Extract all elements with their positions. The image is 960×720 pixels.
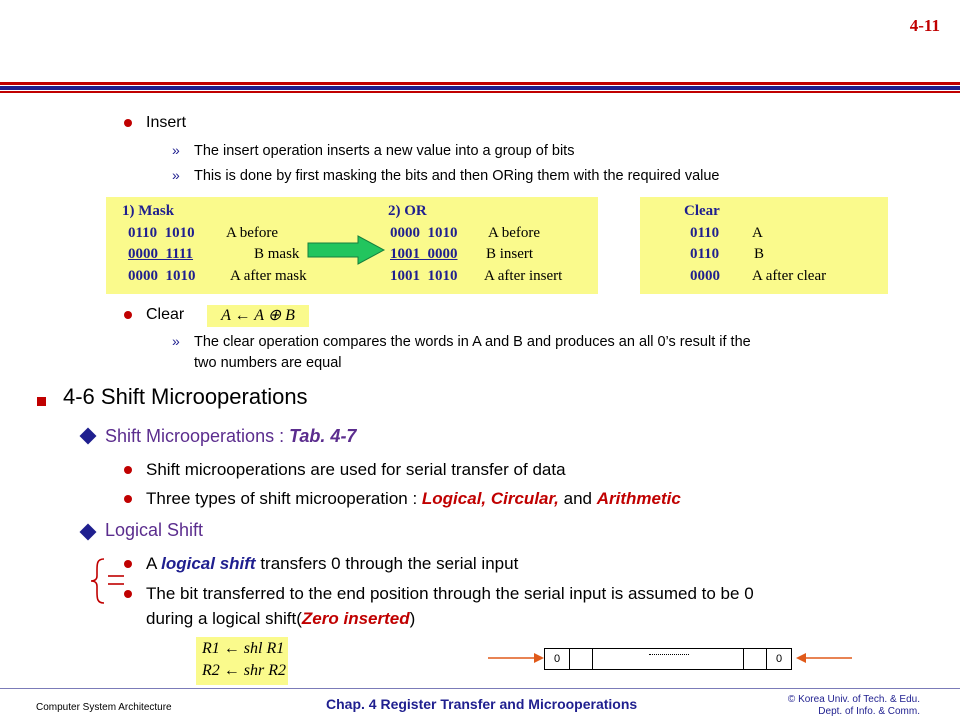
bullet-dot-icon [124,495,132,503]
shift-types-arithmetic: Arithmetic [596,489,681,508]
register-cell-middle [592,648,744,670]
clear-row3-label: A after clear [752,268,827,284]
diamond-bullet-icon [79,523,97,541]
mask-row1-bits: 0110 1010 [128,225,195,241]
shift-micro-bullet-1: Shift microoperations are used for seria… [146,460,566,479]
shift-formula-box: R1 ← shl R1 R2 ← shr R2 [196,637,288,685]
insert-title: Insert [146,114,187,131]
footer-chapter: Chap. 4 Register Transfer and Microopera… [326,696,638,712]
logical-shift-b1-suffix: transfers 0 through the serial input [255,554,519,573]
sub-bullet-icon: » [172,333,180,349]
shift-types-and: and [558,489,597,508]
brace-equals-icon [90,558,124,604]
clear-row3-bits: 0000 [690,268,720,284]
insert-line-1: The insert operation inserts a new value… [194,143,575,159]
clear-line-1: The clear operation compares the words i… [194,334,751,350]
footer-university: © Korea Univ. of Tech. & Edu. [787,694,920,705]
footer-course: Computer System Architecture [36,702,172,713]
zero-inserted-term: Zero inserted [301,609,410,628]
clear-row2-bits: 0110 [690,246,720,262]
or-row3-label: A after insert [484,268,563,284]
or-row2-bits: 1001 0000 [390,246,458,262]
diamond-bullet-icon [79,427,97,445]
or-row1-label: A before [488,225,541,241]
or-row3-bits: 1001 1010 [390,268,458,284]
clear-header: Clear [684,203,720,219]
header-divider-red-thin [0,91,960,93]
shl-formula: R1 ← shl R1 [202,640,285,657]
register-left-bit: 0 [544,648,570,670]
arrow-right-icon [488,653,544,663]
shift-micro-bullet-2: Three types of shift microoperation : Lo… [146,489,681,509]
page-number: 4-11 [909,16,940,35]
shift-micro-sep: : [274,426,290,446]
header-divider-red [0,82,960,85]
mask-header: 1) Mask [122,203,175,219]
logical-shift-b1-prefix: A [146,554,162,573]
register-right-bit: 0 [766,648,792,670]
bullet-dot-icon [124,466,132,474]
section-title: 4-6 Shift Microoperations [63,384,308,409]
logical-shift-bullet-2-line-1: The bit transferred to the end position … [146,584,754,603]
bullet-dot-icon [124,119,132,127]
mask-row2-label: B mask [254,246,300,262]
shift-micro-ref: Tab. 4-7 [289,426,357,446]
clear-example-box: Clear 0110 A 0110 B 0000 A after clear [640,197,888,294]
section-bullet-icon [37,397,46,406]
register-cell [569,648,593,670]
footer-divider [0,688,960,689]
shift-micro-label: Shift Microoperations [105,426,275,446]
clear-line-2: two numbers are equal [194,355,342,371]
bullet-dot-icon [124,560,132,568]
or-header: 2) OR [388,203,427,219]
footer-copyright: © Korea Univ. of Tech. & Edu. Dept. of I… [788,694,920,718]
sub-bullet-icon: » [172,167,180,183]
mask-row3-bits: 0000 1010 [128,268,196,284]
shift-types-logical-circular: Logical, Circular, [421,489,559,508]
logical-shift-bullet-1: A logical shift transfers 0 through the … [146,554,518,574]
zero-inserted-suffix: ) [409,609,416,628]
shift-types-prefix: Three types of shift microoperation : [146,489,422,508]
mask-row3-label: A after mask [230,268,307,284]
zero-inserted-prefix: during a logical shift( [146,609,302,628]
register-ellipsis [649,654,689,655]
or-row2-label: B insert [486,246,534,262]
clear-title: Clear [146,306,185,323]
mask-row1-label: A before [226,225,279,241]
bullet-dot-icon [124,311,132,319]
arrow-left-icon [796,653,852,663]
clear-row1-label: A [752,225,763,241]
arrow-right-icon [307,235,386,265]
shift-micro-heading: Shift Microoperations : Tab. 4-7 [105,426,356,447]
clear-formula: A ← A ⊕ B [207,305,309,327]
or-row1-bits: 0000 1010 [390,225,458,241]
mask-row2-bits: 0000 1111 [128,246,194,262]
shr-formula: R2 ← shr R2 [202,662,286,679]
register-cell [743,648,767,670]
logical-shift-term: logical shift [161,554,256,573]
insert-line-2: This is done by first masking the bits a… [194,168,720,184]
bullet-dot-icon [124,590,132,598]
clear-row2-label: B [754,246,765,262]
logical-shift-heading: Logical Shift [105,520,204,540]
header-divider-navy [0,86,960,90]
logical-shift-bullet-2-line-2: during a logical shift(Zero inserted) [146,609,415,629]
sub-bullet-icon: » [172,142,180,158]
insert-example-box: 1) Mask 0110 1010 A before 0000 1111 B m… [106,197,598,294]
footer-department: Dept. of Info. & Comm. [818,706,920,717]
clear-row1-bits: 0110 [690,225,720,241]
